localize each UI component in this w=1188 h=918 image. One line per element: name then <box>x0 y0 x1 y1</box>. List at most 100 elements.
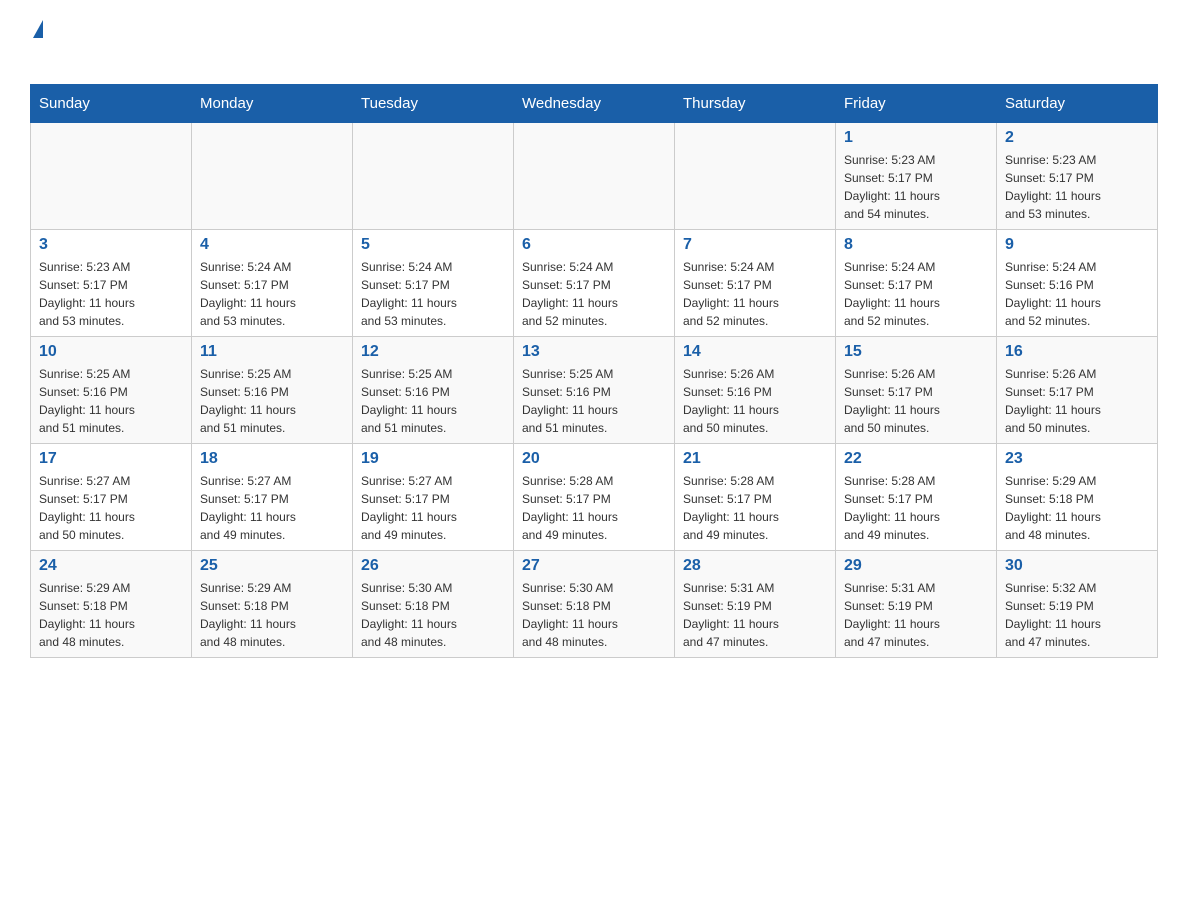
day-number: 17 <box>39 450 183 468</box>
weekday-header-saturday: Saturday <box>997 85 1158 123</box>
calendar-cell: 23 Sunrise: 5:29 AM Sunset: 5:18 PM Dayli… <box>997 444 1158 551</box>
calendar-cell <box>192 123 353 230</box>
calendar-cell <box>675 123 836 230</box>
day-info: Sunrise: 5:26 AM Sunset: 5:16 PM Dayligh… <box>683 365 827 437</box>
day-info: Sunrise: 5:23 AM Sunset: 5:17 PM Dayligh… <box>844 151 988 223</box>
day-number: 29 <box>844 557 988 575</box>
calendar-cell: 29 Sunrise: 5:31 AM Sunset: 5:19 PM Dayli… <box>836 551 997 658</box>
day-info: Sunrise: 5:26 AM Sunset: 5:17 PM Dayligh… <box>844 365 988 437</box>
weekday-header-monday: Monday <box>192 85 353 123</box>
weekday-header-tuesday: Tuesday <box>353 85 514 123</box>
day-number: 4 <box>200 236 344 254</box>
calendar-cell: 27 Sunrise: 5:30 AM Sunset: 5:18 PM Dayli… <box>514 551 675 658</box>
day-number: 8 <box>844 236 988 254</box>
calendar-cell: 16 Sunrise: 5:26 AM Sunset: 5:17 PM Dayli… <box>997 337 1158 444</box>
calendar-cell: 2Sunrise: 5:23 AM Sunset: 5:17 PM Daylig… <box>997 123 1158 230</box>
day-info: Sunrise: 5:25 AM Sunset: 5:16 PM Dayligh… <box>361 365 505 437</box>
day-number: 5 <box>361 236 505 254</box>
calendar-cell: 21Sunrise: 5:28 AM Sunset: 5:17 PM Dayli… <box>675 444 836 551</box>
calendar-cell: 25Sunrise: 5:29 AM Sunset: 5:18 PM Dayli… <box>192 551 353 658</box>
day-info: Sunrise: 5:27 AM Sunset: 5:17 PM Dayligh… <box>361 472 505 544</box>
day-number: 13 <box>522 343 666 361</box>
day-info: Sunrise: 5:28 AM Sunset: 5:17 PM Dayligh… <box>683 472 827 544</box>
day-info: Sunrise: 5:24 AM Sunset: 5:16 PM Dayligh… <box>1005 258 1149 330</box>
day-number: 15 <box>844 343 988 361</box>
calendar-cell: 20 Sunrise: 5:28 AM Sunset: 5:17 PM Dayli… <box>514 444 675 551</box>
calendar-cell: 26 Sunrise: 5:30 AM Sunset: 5:18 PM Dayli… <box>353 551 514 658</box>
day-info: Sunrise: 5:23 AM Sunset: 5:17 PM Dayligh… <box>39 258 183 330</box>
day-number: 10 <box>39 343 183 361</box>
day-number: 19 <box>361 450 505 468</box>
day-number: 9 <box>1005 236 1149 254</box>
day-number: 28 <box>683 557 827 575</box>
day-number: 30 <box>1005 557 1149 575</box>
calendar-cell: 3 Sunrise: 5:23 AM Sunset: 5:17 PM Daylig… <box>31 230 192 337</box>
day-info: Sunrise: 5:29 AM Sunset: 5:18 PM Dayligh… <box>200 579 344 651</box>
calendar-week-row: 1 Sunrise: 5:23 AM Sunset: 5:17 PM Daylig… <box>31 123 1158 230</box>
page-header <box>30 20 1158 64</box>
calendar-cell: 5 Sunrise: 5:24 AM Sunset: 5:17 PM Daylig… <box>353 230 514 337</box>
calendar-cell: 28Sunrise: 5:31 AM Sunset: 5:19 PM Dayli… <box>675 551 836 658</box>
calendar-cell: 12 Sunrise: 5:25 AM Sunset: 5:16 PM Dayli… <box>353 337 514 444</box>
calendar-week-row: 17 Sunrise: 5:27 AM Sunset: 5:17 PM Dayli… <box>31 444 1158 551</box>
calendar-table: SundayMondayTuesdayWednesdayThursdayFrid… <box>30 84 1158 658</box>
day-info: Sunrise: 5:24 AM Sunset: 5:17 PM Dayligh… <box>522 258 666 330</box>
calendar-cell: 1 Sunrise: 5:23 AM Sunset: 5:17 PM Daylig… <box>836 123 997 230</box>
calendar-cell: 9 Sunrise: 5:24 AM Sunset: 5:16 PM Daylig… <box>997 230 1158 337</box>
day-info: Sunrise: 5:26 AM Sunset: 5:17 PM Dayligh… <box>1005 365 1149 437</box>
calendar-cell: 4 Sunrise: 5:24 AM Sunset: 5:17 PM Daylig… <box>192 230 353 337</box>
day-number: 23 <box>1005 450 1149 468</box>
day-number: 14 <box>683 343 827 361</box>
day-number: 6 <box>522 236 666 254</box>
day-info: Sunrise: 5:25 AM Sunset: 5:16 PM Dayligh… <box>522 365 666 437</box>
day-info: Sunrise: 5:27 AM Sunset: 5:17 PM Dayligh… <box>39 472 183 544</box>
day-info: Sunrise: 5:25 AM Sunset: 5:16 PM Dayligh… <box>200 365 344 437</box>
day-number: 20 <box>522 450 666 468</box>
day-number: 12 <box>361 343 505 361</box>
day-info: Sunrise: 5:24 AM Sunset: 5:17 PM Dayligh… <box>200 258 344 330</box>
logo-arrow-icon <box>33 20 43 38</box>
calendar-cell: 13 Sunrise: 5:25 AM Sunset: 5:16 PM Dayli… <box>514 337 675 444</box>
day-info: Sunrise: 5:27 AM Sunset: 5:17 PM Dayligh… <box>200 472 344 544</box>
day-info: Sunrise: 5:32 AM Sunset: 5:19 PM Dayligh… <box>1005 579 1149 651</box>
calendar-cell <box>353 123 514 230</box>
day-number: 27 <box>522 557 666 575</box>
day-info: Sunrise: 5:25 AM Sunset: 5:16 PM Dayligh… <box>39 365 183 437</box>
day-number: 16 <box>1005 343 1149 361</box>
day-number: 24 <box>39 557 183 575</box>
calendar-cell: 30 Sunrise: 5:32 AM Sunset: 5:19 PM Dayli… <box>997 551 1158 658</box>
calendar-cell: 15 Sunrise: 5:26 AM Sunset: 5:17 PM Dayli… <box>836 337 997 444</box>
day-number: 26 <box>361 557 505 575</box>
day-info: Sunrise: 5:29 AM Sunset: 5:18 PM Dayligh… <box>39 579 183 651</box>
weekday-header-friday: Friday <box>836 85 997 123</box>
day-number: 3 <box>39 236 183 254</box>
day-number: 7 <box>683 236 827 254</box>
day-number: 18 <box>200 450 344 468</box>
day-info: Sunrise: 5:30 AM Sunset: 5:18 PM Dayligh… <box>522 579 666 651</box>
day-number: 1 <box>844 129 988 147</box>
calendar-week-row: 10 Sunrise: 5:25 AM Sunset: 5:16 PM Dayli… <box>31 337 1158 444</box>
calendar-cell <box>514 123 675 230</box>
day-info: Sunrise: 5:29 AM Sunset: 5:18 PM Dayligh… <box>1005 472 1149 544</box>
calendar-cell: 17 Sunrise: 5:27 AM Sunset: 5:17 PM Dayli… <box>31 444 192 551</box>
day-info: Sunrise: 5:28 AM Sunset: 5:17 PM Dayligh… <box>844 472 988 544</box>
calendar-cell <box>31 123 192 230</box>
calendar-cell: 6 Sunrise: 5:24 AM Sunset: 5:17 PM Daylig… <box>514 230 675 337</box>
calendar-cell: 19 Sunrise: 5:27 AM Sunset: 5:17 PM Dayli… <box>353 444 514 551</box>
calendar-cell: 11Sunrise: 5:25 AM Sunset: 5:16 PM Dayli… <box>192 337 353 444</box>
weekday-header-wednesday: Wednesday <box>514 85 675 123</box>
day-info: Sunrise: 5:24 AM Sunset: 5:17 PM Dayligh… <box>844 258 988 330</box>
day-number: 22 <box>844 450 988 468</box>
calendar-cell: 24 Sunrise: 5:29 AM Sunset: 5:18 PM Dayli… <box>31 551 192 658</box>
calendar-header-row: SundayMondayTuesdayWednesdayThursdayFrid… <box>31 85 1158 123</box>
weekday-header-sunday: Sunday <box>31 85 192 123</box>
weekday-header-thursday: Thursday <box>675 85 836 123</box>
calendar-cell: 22 Sunrise: 5:28 AM Sunset: 5:17 PM Dayli… <box>836 444 997 551</box>
calendar-cell: 8 Sunrise: 5:24 AM Sunset: 5:17 PM Daylig… <box>836 230 997 337</box>
day-info: Sunrise: 5:31 AM Sunset: 5:19 PM Dayligh… <box>844 579 988 651</box>
calendar-cell: 7Sunrise: 5:24 AM Sunset: 5:17 PM Daylig… <box>675 230 836 337</box>
day-info: Sunrise: 5:24 AM Sunset: 5:17 PM Dayligh… <box>361 258 505 330</box>
day-info: Sunrise: 5:30 AM Sunset: 5:18 PM Dayligh… <box>361 579 505 651</box>
day-info: Sunrise: 5:28 AM Sunset: 5:17 PM Dayligh… <box>522 472 666 544</box>
logo <box>30 20 43 64</box>
